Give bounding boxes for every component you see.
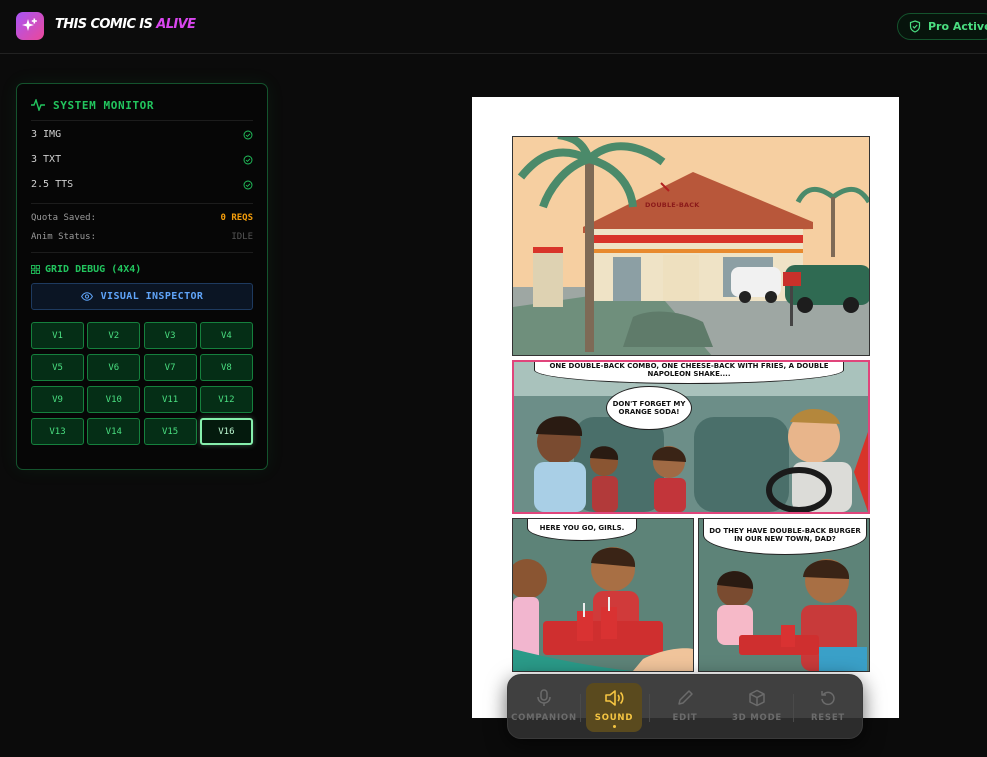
variant-button-v9[interactable]: V9	[31, 386, 84, 413]
variant-button-v14[interactable]: V14	[87, 418, 141, 445]
variant-button-v15[interactable]: V15	[143, 418, 197, 445]
monitor-header: SYSTEM MONITOR	[31, 97, 253, 113]
grid-debug-header: GRID DEBUG (4X4)	[31, 262, 253, 276]
3d-mode-button[interactable]: 3D MODE	[724, 683, 790, 732]
active-indicator-dot	[612, 725, 616, 728]
pencil-icon	[678, 690, 693, 705]
app-title-main: THIS COMIC IS	[55, 17, 153, 32]
resource-stats: 3 IMG 3 TXT 2.5 TTS	[31, 122, 253, 197]
cube-icon	[749, 689, 765, 707]
inspector-label: VISUAL INSPECTOR	[100, 291, 204, 302]
panel-1-illustration	[513, 137, 869, 355]
variant-button-v13[interactable]: V13	[31, 418, 84, 445]
check-circle-icon	[243, 180, 253, 189]
quota-section: Quota Saved: 0 REQS Anim Status: IDLE	[31, 208, 253, 246]
divider	[31, 203, 253, 204]
variant-button-v7[interactable]: V7	[143, 354, 197, 381]
comic-page: DOUBLE-BACK ONE DOUBLE-BACK COMBO, ONE C…	[472, 97, 899, 718]
comic-panel-4[interactable]: DO THEY HAVE DOUBLE-BACK BURGER IN OUR N…	[698, 518, 870, 672]
comic-panel-3[interactable]: HERE YOU GO, GIRLS.	[512, 518, 694, 672]
check-circle-icon	[243, 130, 253, 139]
stat-row-img: 3 IMG	[31, 122, 253, 147]
variant-button-v4[interactable]: V4	[199, 322, 253, 349]
bottom-toolbar: COMPANION SOUND EDIT 3D MODE RESET	[507, 674, 863, 739]
divider	[31, 252, 253, 253]
shield-check-icon	[909, 20, 921, 33]
reset-label: RESET	[810, 713, 846, 723]
stat-label: 3 TXT	[31, 154, 62, 165]
grid-icon	[31, 264, 40, 274]
comic-panel-1[interactable]: DOUBLE-BACK	[512, 136, 870, 356]
pro-status-badge[interactable]: Pro Active	[897, 13, 987, 40]
app-title-accent: ALIVE	[156, 17, 196, 32]
app-logo[interactable]	[16, 12, 44, 40]
check-circle-icon	[243, 155, 253, 164]
variant-button-v12[interactable]: V12	[199, 386, 253, 413]
variant-button-v8[interactable]: V8	[199, 354, 253, 381]
anim-status-value: IDLE	[231, 231, 253, 242]
reset-icon	[821, 691, 835, 706]
anim-status-label: Anim Status:	[31, 231, 97, 242]
mic-icon	[537, 689, 551, 706]
stat-row-txt: 3 TXT	[31, 147, 253, 172]
variant-button-v16[interactable]: V16	[199, 418, 253, 445]
edit-label: EDIT	[672, 713, 698, 723]
companion-button[interactable]: COMPANION	[510, 683, 578, 732]
reset-button[interactable]: RESET	[800, 683, 856, 732]
activity-icon	[31, 99, 45, 111]
toolbar-divider	[793, 694, 794, 722]
variant-button-v10[interactable]: V10	[87, 386, 141, 413]
stat-label: 2.5 TTS	[31, 179, 74, 190]
variant-button-v2[interactable]: V2	[87, 322, 141, 349]
quota-label: Quota Saved:	[31, 212, 97, 223]
eye-icon	[80, 292, 93, 301]
quota-row: Quota Saved: 0 REQS	[31, 208, 253, 227]
visual-inspector-button[interactable]: VISUAL INSPECTOR	[31, 283, 253, 310]
edit-button[interactable]: EDIT	[656, 683, 714, 732]
system-monitor-panel: SYSTEM MONITOR 3 IMG 3 TXT 2.5 TTS Quota…	[16, 83, 268, 470]
variant-grid: V1 V2 V3 V4 V5 V6 V7 V8 V9 V10 V11 V12 V…	[31, 322, 253, 445]
stat-row-tts: 2.5 TTS	[31, 172, 253, 197]
anim-status-row: Anim Status: IDLE	[31, 227, 253, 246]
grid-debug-title: GRID DEBUG (4X4)	[45, 263, 142, 275]
sparkle-plus-icon	[22, 18, 37, 31]
comic-panel-2[interactable]: ONE DOUBLE-BACK COMBO, ONE CHEESE-BACK W…	[512, 360, 870, 514]
variant-button-v6[interactable]: V6	[87, 354, 141, 381]
toolbar-divider	[580, 694, 581, 722]
sound-button[interactable]: SOUND	[586, 683, 642, 732]
divider	[31, 120, 253, 121]
stat-label: 3 IMG	[31, 129, 62, 140]
variant-button-v1[interactable]: V1	[31, 322, 84, 349]
panel-3-illustration	[513, 519, 693, 671]
monitor-title: SYSTEM MONITOR	[53, 98, 155, 112]
speech-bubble-soda: DON'T FORGET MY ORANGE SODA!	[606, 386, 692, 430]
pro-status-label: Pro Active	[928, 20, 987, 33]
app-title: THIS COMIC IS ALIVE	[55, 17, 196, 32]
3d-mode-label: 3D MODE	[731, 713, 783, 723]
sound-label: SOUND	[594, 713, 634, 723]
panel-2-illustration	[514, 362, 868, 512]
toolbar-divider	[649, 694, 650, 722]
variant-button-v3[interactable]: V3	[143, 322, 197, 349]
companion-label: COMPANION	[511, 713, 577, 723]
restaurant-sign: DOUBLE-BACK	[645, 201, 700, 209]
speaker-icon	[605, 690, 624, 706]
app-header: THIS COMIC IS ALIVE Pro Active	[0, 0, 987, 54]
variant-button-v5[interactable]: V5	[31, 354, 84, 381]
variant-button-v11[interactable]: V11	[143, 386, 197, 413]
quota-value: 0 REQS	[220, 212, 253, 223]
